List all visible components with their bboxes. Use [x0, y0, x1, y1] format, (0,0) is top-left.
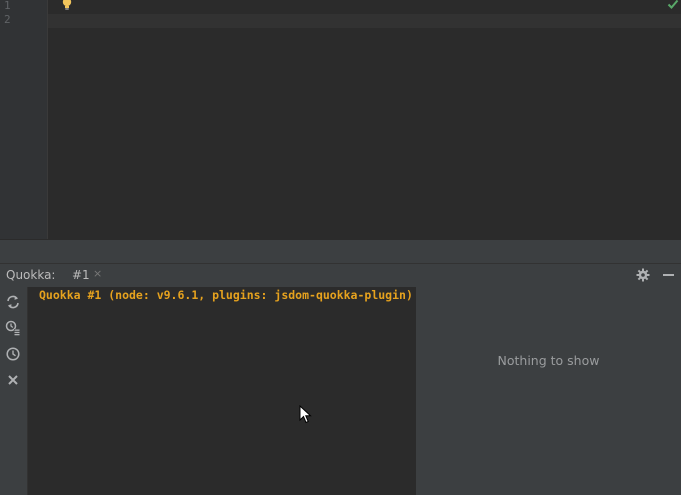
mouse-cursor-icon	[299, 405, 312, 424]
tab-quokka-1[interactable]: #1 ×	[62, 264, 114, 287]
panel-splitter[interactable]	[0, 239, 681, 264]
values-panel: Nothing to show	[416, 287, 681, 495]
console-output-line: Quokka #1 (node: v9.6.1, plugins: jsdom-…	[39, 288, 413, 302]
minimize-icon[interactable]	[663, 274, 674, 276]
lightbulb-icon[interactable]	[61, 0, 73, 11]
quokka-toolbar	[0, 287, 28, 495]
current-line-highlight	[48, 14, 681, 28]
empty-state-message: Nothing to show	[497, 353, 600, 368]
quokka-output-console[interactable]: Quokka #1 (node: v9.6.1, plugins: jsdom-…	[28, 287, 416, 495]
line-gutter: 1 2	[0, 0, 48, 239]
line-number: 1	[4, 0, 11, 12]
close-icon[interactable]	[5, 372, 21, 388]
tool-window-title: Quokka:	[6, 268, 56, 282]
code-text-area[interactable]	[48, 0, 681, 239]
checkmark-icon	[667, 0, 679, 9]
close-tab-icon[interactable]: ×	[93, 267, 102, 280]
code-editor[interactable]: 1 2	[0, 0, 681, 239]
tab-label: #1	[72, 268, 90, 282]
history-icon[interactable]	[5, 346, 21, 362]
refresh-icon[interactable]	[5, 294, 21, 310]
tool-window-header: Quokka: #1 ×	[0, 263, 681, 288]
line-number: 2	[4, 13, 11, 26]
ide-window: 1 2 Quokka: #1 × Quokka #1 (node: v9.6.1…	[0, 0, 681, 495]
gear-icon[interactable]	[636, 268, 650, 282]
coverage-icon[interactable]	[5, 320, 21, 336]
